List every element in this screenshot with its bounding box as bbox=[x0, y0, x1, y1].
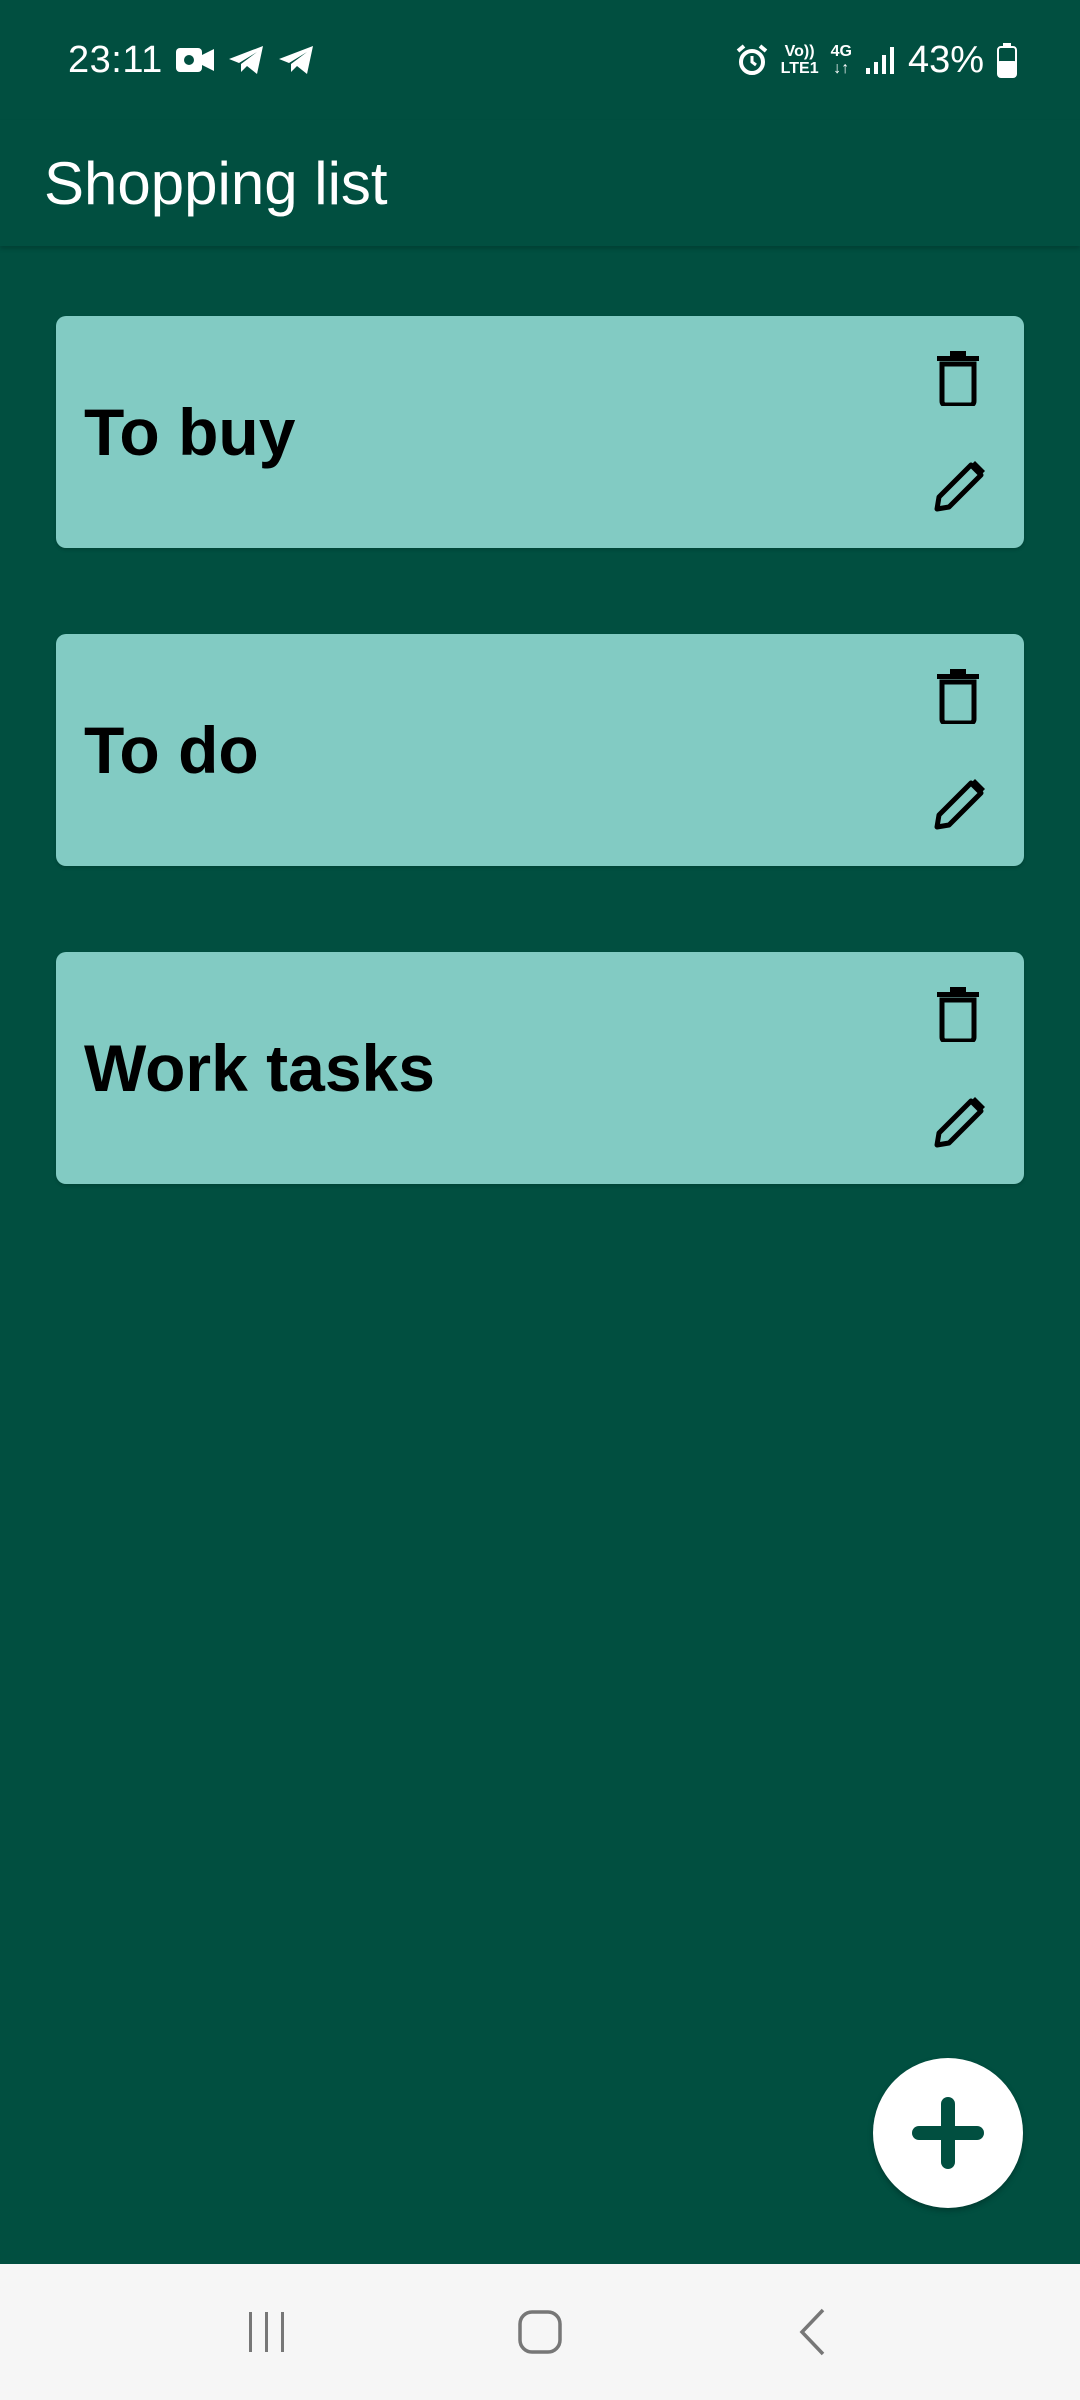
list-card[interactable]: To buy bbox=[56, 316, 1024, 548]
trash-icon bbox=[937, 987, 979, 1042]
pencil-icon bbox=[934, 461, 985, 512]
list-card-title: To buy bbox=[84, 395, 296, 469]
back-button[interactable] bbox=[753, 2282, 873, 2382]
volte-top-label: Vo)) bbox=[784, 43, 815, 60]
recent-apps-button[interactable] bbox=[207, 2282, 327, 2382]
list-card[interactable]: To do bbox=[56, 634, 1024, 866]
delete-button[interactable] bbox=[930, 346, 986, 410]
plus-icon bbox=[912, 2097, 984, 2169]
telegram-icon bbox=[227, 44, 265, 76]
page-title: Shopping list bbox=[44, 149, 388, 217]
pencil-icon bbox=[934, 1097, 985, 1148]
battery-icon bbox=[996, 42, 1018, 78]
network-label: 4G bbox=[830, 43, 852, 60]
trash-icon bbox=[937, 669, 979, 724]
edit-button[interactable] bbox=[930, 1090, 992, 1152]
home-icon bbox=[518, 2310, 562, 2354]
trash-icon bbox=[937, 351, 979, 406]
video-icon bbox=[175, 44, 215, 76]
home-button[interactable] bbox=[480, 2282, 600, 2382]
battery-percentage: 43% bbox=[907, 38, 984, 81]
edit-button[interactable] bbox=[930, 454, 992, 516]
pencil-icon bbox=[934, 779, 985, 830]
volte-icon: Vo)) LTE1 bbox=[781, 43, 819, 77]
alarm-icon bbox=[735, 43, 769, 77]
status-bar: 23:11 Vo)) LTE1 4G ↓↑ 43% bbox=[0, 0, 1080, 120]
delete-button[interactable] bbox=[930, 664, 986, 728]
edit-button[interactable] bbox=[930, 772, 992, 834]
system-nav-bar bbox=[0, 2264, 1080, 2400]
list-card[interactable]: Work tasks bbox=[56, 952, 1024, 1184]
list-card-title: To do bbox=[84, 713, 259, 787]
app-bar: Shopping list bbox=[0, 120, 1080, 246]
delete-button[interactable] bbox=[930, 982, 986, 1046]
telegram-icon bbox=[277, 44, 315, 76]
status-left: 23:11 bbox=[68, 39, 315, 82]
status-right: Vo)) LTE1 4G ↓↑ 43% bbox=[735, 39, 1018, 82]
status-time: 23:11 bbox=[68, 38, 163, 81]
add-list-button[interactable] bbox=[873, 2058, 1023, 2208]
volte-bottom-label: LTE1 bbox=[780, 60, 819, 77]
data-arrows-icon: ↓↑ bbox=[833, 60, 850, 77]
4g-icon: 4G ↓↑ bbox=[831, 43, 852, 77]
recent-apps-icon bbox=[248, 2312, 284, 2352]
back-icon bbox=[799, 2308, 825, 2356]
signal-icon bbox=[864, 44, 896, 76]
list-card-title: Work tasks bbox=[84, 1031, 435, 1105]
shopping-lists: To buy To do Work tasks bbox=[56, 316, 1024, 1270]
